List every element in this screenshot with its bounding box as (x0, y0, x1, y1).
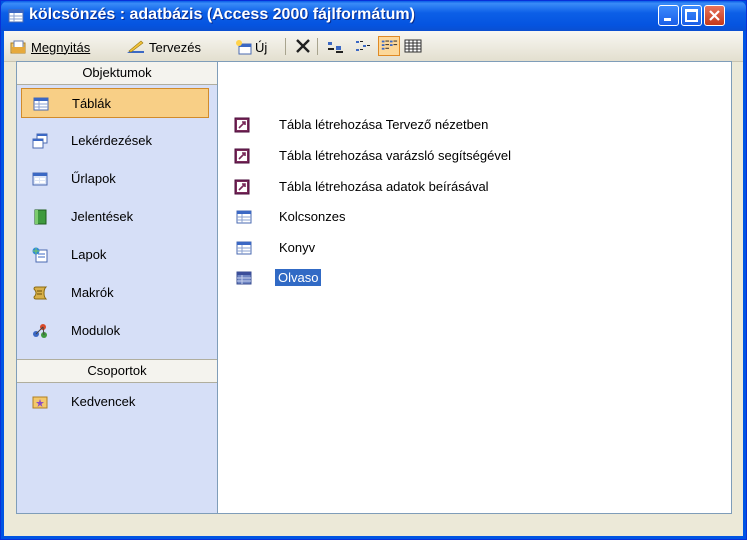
list-item-label: Kolcsonzes (279, 209, 346, 224)
object-type-label: Modulok (71, 323, 121, 338)
report-icon (34, 209, 47, 225)
object-type-label: Táblák (72, 96, 112, 111)
open-label: Megnyitás (31, 39, 91, 55)
create-shortcut-icon (234, 148, 250, 164)
create-shortcut-icon (234, 117, 250, 133)
object-type-macros[interactable]: Makrók (21, 278, 209, 308)
design-button[interactable]: Tervezés (126, 37, 201, 57)
open-button[interactable]: Megnyitás (10, 37, 90, 57)
database-toolbar: Megnyitás Tervezés Új (4, 31, 743, 62)
close-button[interactable] (704, 5, 725, 26)
list-item-label-selected: Olvaso (275, 269, 322, 286)
groups-header[interactable]: Csoportok (17, 359, 217, 383)
list-view-icon[interactable] (378, 36, 400, 56)
list-item-label: Konyv (279, 240, 316, 255)
toolbar-separator (317, 38, 318, 55)
favorites-folder-icon (32, 396, 48, 409)
table-icon (236, 271, 252, 285)
object-type-pages[interactable]: Lapok (21, 240, 209, 270)
details-view-icon[interactable] (404, 38, 422, 54)
maximize-button[interactable] (681, 5, 702, 26)
window-title: kölcsönzés : adatbázis (Access 2000 fájl… (29, 6, 415, 23)
table-icon (33, 97, 49, 111)
object-type-tables[interactable]: Táblák (21, 88, 209, 118)
close-icon (709, 10, 720, 21)
delete-icon[interactable] (294, 38, 312, 54)
table-icon (236, 241, 252, 255)
small-icons-view-icon[interactable] (354, 38, 372, 54)
object-type-reports[interactable]: Jelentések (21, 202, 209, 232)
open-icon (10, 40, 26, 54)
object-type-forms[interactable]: Űrlapok (21, 164, 209, 194)
object-type-label: Lapok (71, 247, 107, 262)
new-label: Új (255, 39, 268, 55)
object-type-queries[interactable]: Lekérdezések (21, 126, 209, 156)
list-item-label: Tábla létrehozása varázsló segítségével (279, 148, 511, 163)
maximize-icon (685, 9, 698, 22)
create-shortcut-icon (234, 179, 250, 195)
list-item-label: Tábla létrehozása adatok beírásával (279, 179, 489, 194)
minimize-button[interactable] (658, 5, 679, 26)
title-bar[interactable]: kölcsönzés : adatbázis (Access 2000 fájl… (1, 1, 746, 31)
object-type-label: Makrók (71, 285, 114, 300)
group-label: Kedvencek (71, 394, 136, 409)
query-icon (32, 133, 48, 149)
new-icon (236, 40, 252, 55)
objects-bar: Objektumok Táblák Lekérdezések Űrlapok J… (17, 62, 218, 513)
objects-header[interactable]: Objektumok (17, 62, 217, 85)
object-type-label: Űrlapok (71, 171, 116, 186)
object-type-label: Lekérdezések (71, 133, 152, 148)
form-icon (32, 172, 48, 186)
large-icons-view-icon[interactable] (326, 38, 344, 54)
new-button[interactable]: Új (235, 37, 267, 57)
toolbar-separator (285, 38, 286, 55)
list-item-label: Tábla létrehozása Tervező nézetben (279, 117, 489, 132)
group-favorites[interactable]: Kedvencek (21, 387, 209, 417)
design-label: Tervezés (149, 39, 202, 55)
database-window: kölcsönzés : adatbázis (Access 2000 fájl… (0, 0, 747, 540)
page-icon (32, 247, 48, 263)
macro-icon (33, 286, 48, 300)
object-type-label: Jelentések (71, 209, 134, 224)
module-icon (33, 324, 47, 338)
design-icon (127, 40, 144, 53)
minimize-icon (664, 18, 671, 21)
table-icon (236, 210, 252, 224)
database-table-icon (8, 9, 24, 23)
object-type-modules[interactable]: Modulok (21, 316, 209, 346)
